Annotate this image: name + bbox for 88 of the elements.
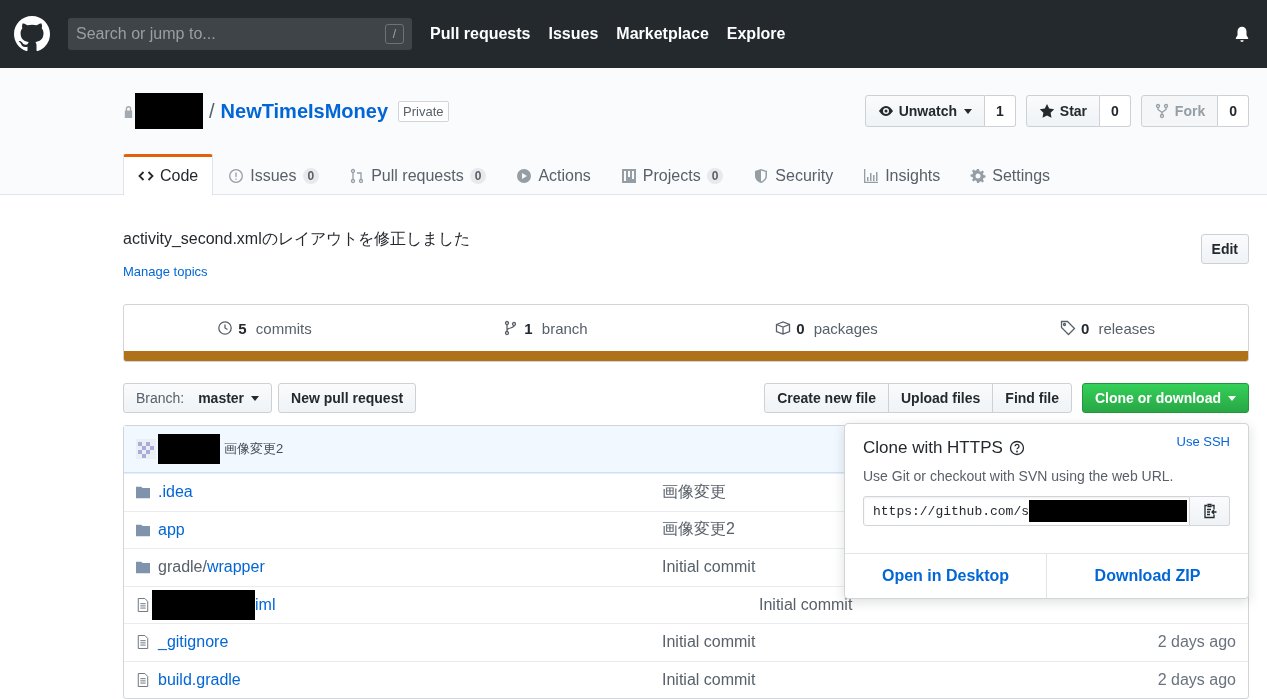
private-label: Private — [398, 100, 449, 122]
redaction-bar — [158, 434, 220, 464]
star-icon — [1038, 103, 1055, 119]
file-action-button[interactable]: Create new file — [764, 383, 889, 413]
path-prefix: gradle/ — [158, 558, 207, 576]
repo-tab[interactable]: Pull requests 0 — [334, 154, 502, 195]
redaction-bar — [135, 93, 203, 129]
file-link[interactable]: _gitignore — [158, 633, 229, 651]
lock-icon — [123, 103, 134, 119]
commit-message-link[interactable]: 画像変更2 — [662, 519, 735, 541]
popup-title: Clone with HTTPS — [863, 438, 1003, 458]
nav-link[interactable]: Marketplace — [616, 25, 709, 43]
repo-tab[interactable]: Insights — [848, 154, 956, 195]
social-count[interactable]: 1 — [985, 95, 1016, 127]
summary-link[interactable]: 0 packages — [686, 319, 967, 337]
file-link[interactable]: build.gradle — [158, 670, 241, 688]
avatar-icon — [136, 439, 156, 459]
commit-message-link[interactable]: Initial commit — [759, 595, 853, 614]
tab-counter: 0 — [706, 167, 724, 184]
tab-counter: 0 — [469, 167, 487, 184]
file-action-button[interactable]: Upload files — [887, 383, 994, 413]
star-button[interactable]: Star — [1025, 95, 1101, 127]
copy-button[interactable] — [1190, 496, 1230, 526]
popup-action-link[interactable]: Download ZIP — [1046, 554, 1248, 598]
repo-tab[interactable]: Settings — [955, 154, 1066, 195]
file-link[interactable]: .idea — [158, 483, 193, 501]
caret-icon — [251, 395, 260, 401]
nav-link[interactable]: Pull requests — [430, 25, 531, 43]
manage-topics-link[interactable]: Manage topics — [123, 264, 1201, 279]
file-icon — [136, 635, 150, 650]
clone-url-field[interactable]: https://github.com/s — [863, 496, 1190, 526]
use-ssh-link[interactable]: Use SSH — [1176, 434, 1230, 449]
actions-icon — [516, 167, 533, 184]
commit-message: 画像変更2 — [224, 440, 284, 458]
caret-icon — [964, 108, 973, 114]
summary-link[interactable]: 5 commits — [124, 319, 405, 337]
security-icon — [753, 167, 770, 184]
new-pull-request-button[interactable]: New pull request — [278, 383, 417, 413]
commit-message-link[interactable]: Initial commit — [662, 558, 756, 577]
tag-icon — [1059, 320, 1076, 336]
social-count[interactable]: 0 — [1100, 95, 1131, 127]
file-icon — [136, 672, 150, 687]
settings-icon — [970, 167, 987, 184]
issues-icon — [228, 167, 245, 184]
file-action-button[interactable]: Find file — [992, 383, 1072, 413]
commit-age: 2 days ago — [1157, 670, 1236, 689]
fork-icon — [1153, 103, 1170, 119]
popup-action-link[interactable]: Open in Desktop — [845, 554, 1046, 598]
edit-button[interactable]: Edit — [1200, 234, 1249, 264]
file-link[interactable]: wrapper — [206, 558, 265, 576]
file-icon — [136, 597, 150, 612]
commit-message-link[interactable]: Initial commit — [662, 670, 756, 689]
history-icon — [217, 320, 234, 336]
popup-hint: Use Git or checkout with SVN using the web URL. — [863, 468, 1175, 484]
file-link[interactable]: iml — [255, 595, 276, 613]
nav-link[interactable]: Explore — [726, 25, 786, 43]
tab-counter: 0 — [302, 167, 320, 184]
repo-tab[interactable]: Issues 0 — [213, 154, 335, 195]
commit-message-link[interactable]: 画像変更 — [662, 481, 726, 503]
insights-icon — [863, 167, 880, 184]
help-icon[interactable] — [1008, 440, 1025, 456]
notification-bell-icon[interactable] — [1233, 25, 1251, 43]
caret-icon — [1228, 395, 1236, 401]
commit-age: 2 days ago — [1157, 633, 1236, 652]
watch-button[interactable]: Unwatch — [864, 95, 986, 127]
commit-message-link[interactable]: Initial commit — [662, 633, 756, 652]
repo-tab[interactable]: Actions — [501, 154, 606, 195]
eye-icon — [877, 103, 894, 119]
repo-tab[interactable]: Projects 0 — [605, 154, 739, 195]
pulls-icon — [349, 167, 366, 184]
repo-name-link[interactable]: NewTimeIsMoney — [220, 99, 389, 123]
package-icon — [775, 320, 792, 336]
branch-select-button[interactable]: Branch: master — [123, 383, 273, 413]
slash-key-hint: / — [384, 24, 404, 44]
repo-tab[interactable]: Code — [123, 154, 214, 196]
summary-link[interactable]: 0 releases — [967, 319, 1248, 337]
folder-icon — [136, 522, 150, 537]
octocat-logo-icon[interactable] — [14, 16, 50, 52]
repo-tab[interactable]: Security — [738, 154, 849, 195]
summary-link[interactable]: 1 branch — [405, 319, 686, 337]
path-separator: / — [209, 99, 215, 123]
repo-description: activity_second.xmlのレイアウトを修正しました — [123, 229, 471, 249]
file-link[interactable]: app — [158, 520, 185, 538]
folder-icon — [136, 485, 150, 500]
nav-link[interactable]: Issues — [548, 25, 599, 43]
clipboard-icon — [1201, 503, 1218, 519]
folder-icon — [136, 560, 150, 575]
projects-icon — [620, 167, 637, 184]
